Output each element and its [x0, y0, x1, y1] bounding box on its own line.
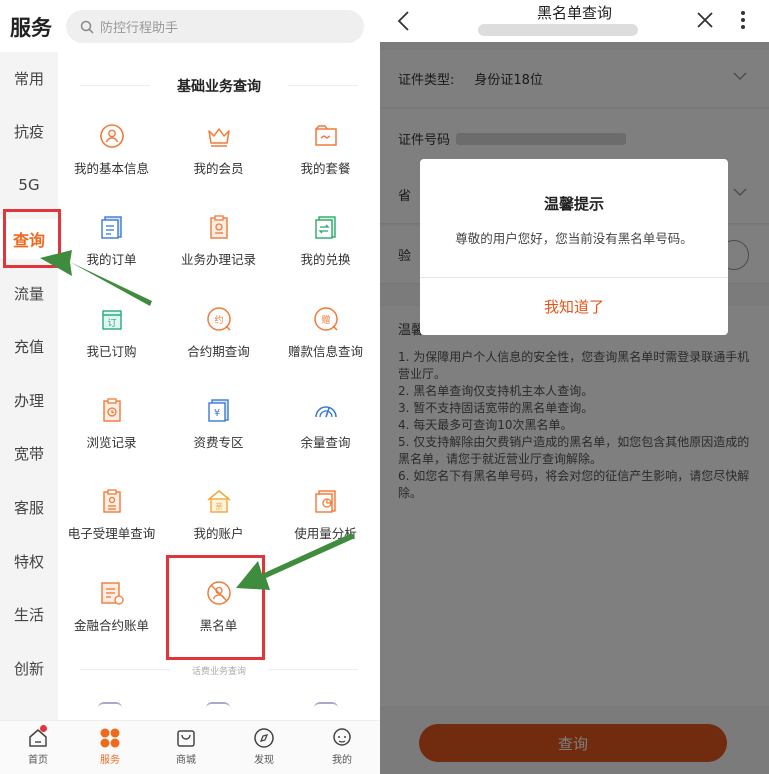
close-icon[interactable] — [696, 11, 714, 29]
tab-profile[interactable]: 我的 — [304, 721, 380, 774]
bottom-tab-bar: 首页 服务 商城 发现 我的 — [0, 720, 380, 774]
tab-label: 商城 — [176, 755, 196, 766]
tab-label: 服务 — [100, 755, 120, 766]
tab-discover[interactable]: 发现 — [226, 721, 302, 774]
blacklist-query-page: 黑名单查询 证件类型: 身份证18位 证件号码 省 验 温馨提示 1. 为保障用… — [380, 0, 769, 774]
dialog-message: 尊敬的用户您好，您当前没有黑名单号码。 — [455, 231, 693, 246]
annotation-arrows — [40, 250, 355, 590]
masked-subtitle — [478, 24, 638, 36]
green-arrow-2 — [236, 533, 355, 590]
service-page: 服务 防控行程助手 常用 抗疫 5G 查询 流量 充值 办理 宽带 客服 特权 … — [0, 0, 380, 774]
screenshot: 服务 防控行程助手 常用 抗疫 5G 查询 流量 充值 办理 宽带 客服 特权 … — [0, 0, 769, 774]
dialog-title: 温馨提示 — [543, 195, 604, 213]
tip-dialog: 温馨提示 尊敬的用户您好，您当前没有黑名单号码。 我知道了 — [420, 159, 728, 335]
header: 黑名单查询 — [380, 0, 769, 42]
shop-icon — [177, 730, 195, 747]
profile-icon — [333, 728, 351, 746]
tab-label: 首页 — [28, 755, 48, 766]
service-icon — [100, 728, 120, 748]
tab-home[interactable]: 首页 — [0, 721, 76, 774]
compass-icon — [254, 728, 274, 748]
dialog-ok-button[interactable]: 我知道了 — [420, 277, 728, 335]
tab-label: 我的 — [332, 755, 352, 766]
notification-dot — [40, 725, 47, 732]
more-icon[interactable] — [740, 10, 746, 30]
tab-shop[interactable]: 商城 — [148, 721, 224, 774]
green-arrow-1 — [40, 250, 152, 306]
modal-overlay[interactable] — [380, 42, 769, 774]
tab-label: 发现 — [254, 755, 274, 766]
tab-service[interactable]: 服务 — [72, 721, 148, 774]
